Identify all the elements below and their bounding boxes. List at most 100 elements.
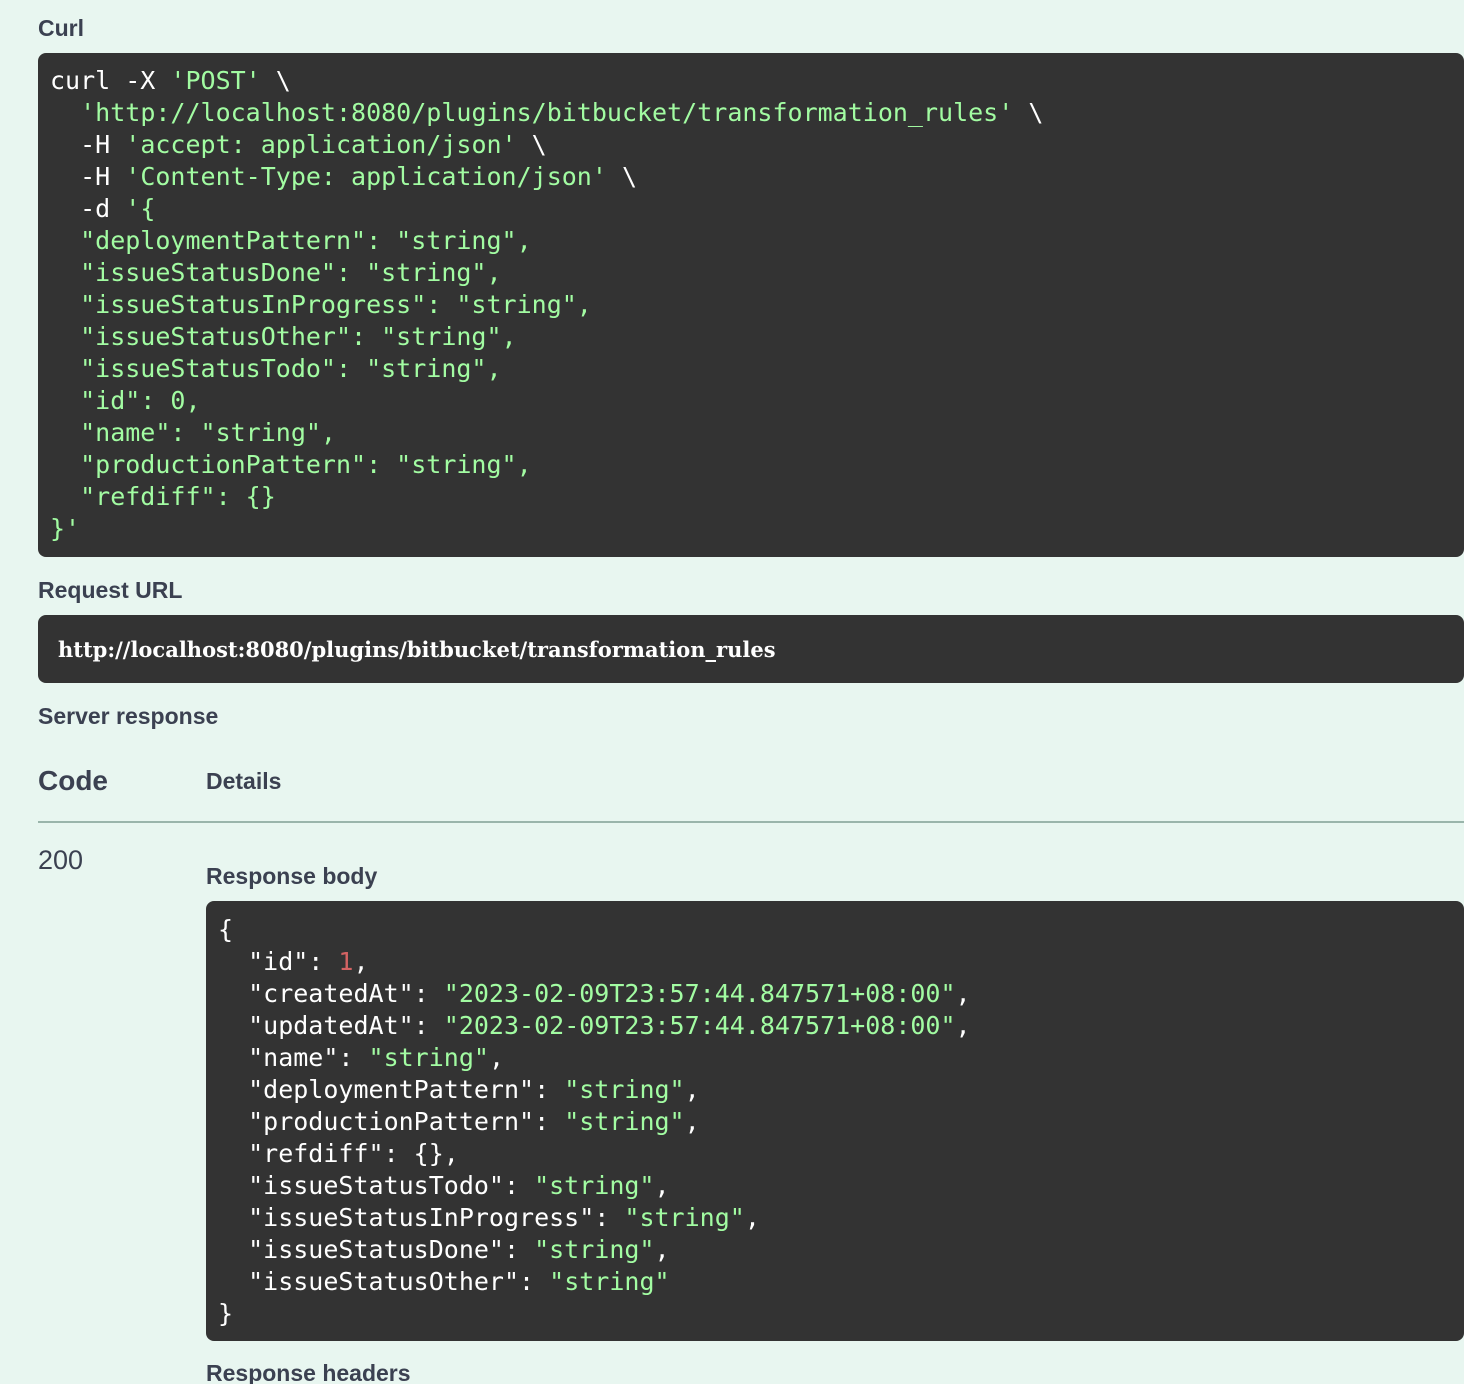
- curl-command-text[interactable]: curl -X 'POST' \ 'http://localhost:8080/…: [50, 65, 1464, 545]
- code-token: curl -X: [50, 66, 171, 95]
- string-token: "string": [549, 1267, 670, 1296]
- response-body-line: "updatedAt": "2023-02-09T23:57:44.847571…: [218, 1010, 1464, 1042]
- string-token: "issueStatusOther": "string",: [50, 322, 517, 351]
- code-token: -d: [50, 194, 126, 223]
- string-token: "refdiff": {}: [50, 482, 276, 511]
- response-body-block[interactable]: { "id": 1, "createdAt": "2023-02-09T23:5…: [206, 901, 1464, 1341]
- string-token: "issueStatusDone": "string",: [50, 258, 502, 287]
- code-token: ,: [353, 947, 369, 976]
- response-body-line: "deploymentPattern": "string",: [218, 1074, 1464, 1106]
- code-token: "refdiff": {},: [218, 1139, 459, 1168]
- curl-line: -H 'accept: application/json' \: [50, 129, 1464, 161]
- response-body-line: "productionPattern": "string",: [218, 1106, 1464, 1138]
- string-token: 'Content-Type: application/json': [125, 162, 607, 191]
- code-token: "productionPattern":: [218, 1107, 565, 1136]
- string-token: 'http://localhost:8080/plugins/bitbucket…: [80, 98, 1014, 127]
- request-url-value[interactable]: http://localhost:8080/plugins/bitbucket/…: [58, 637, 1464, 662]
- number-token: 1: [338, 947, 354, 976]
- code-token: "updatedAt":: [218, 1011, 444, 1040]
- string-token: 'accept: application/json': [125, 130, 517, 159]
- curl-line: curl -X 'POST' \: [50, 65, 1464, 97]
- response-body-text[interactable]: { "id": 1, "createdAt": "2023-02-09T23:5…: [218, 914, 1464, 1330]
- response-body-line: "issueStatusTodo": "string",: [218, 1170, 1464, 1202]
- response-body-line: "issueStatusInProgress": "string",: [218, 1202, 1464, 1234]
- curl-line: "refdiff": {}: [50, 481, 1464, 513]
- server-response-label: Server response: [38, 703, 219, 729]
- string-token: "string": [368, 1043, 489, 1072]
- curl-line: "id": 0,: [50, 385, 1464, 417]
- code-token: "issueStatusInProgress":: [218, 1203, 625, 1232]
- string-token: "string": [534, 1171, 655, 1200]
- string-token: "id": 0,: [50, 386, 201, 415]
- code-token: \: [606, 162, 638, 191]
- code-token: ,: [654, 1235, 670, 1264]
- code-token: ,: [744, 1203, 760, 1232]
- curl-line: }': [50, 513, 1464, 545]
- code-token: ,: [654, 1171, 670, 1200]
- curl-line: "issueStatusTodo": "string",: [50, 353, 1464, 385]
- string-token: "string": [624, 1203, 745, 1232]
- response-body-line: "name": "string",: [218, 1042, 1464, 1074]
- string-token: "2023-02-09T23:57:44.847571+08:00": [443, 979, 956, 1008]
- code-token: "createdAt":: [218, 979, 444, 1008]
- code-token: ,: [488, 1043, 504, 1072]
- request-url-label: Request URL: [38, 577, 183, 603]
- string-token: }': [50, 514, 81, 543]
- curl-line: 'http://localhost:8080/plugins/bitbucket…: [50, 97, 1464, 129]
- response-body-line: "refdiff": {},: [218, 1138, 1464, 1170]
- request-url-block[interactable]: http://localhost:8080/plugins/bitbucket/…: [38, 615, 1464, 683]
- code-token: ,: [955, 979, 971, 1008]
- response-body-line: {: [218, 914, 1464, 946]
- curl-line: -H 'Content-Type: application/json' \: [50, 161, 1464, 193]
- response-body-line: "issueStatusOther": "string": [218, 1266, 1464, 1298]
- string-token: "issueStatusInProgress": "string",: [50, 290, 592, 319]
- code-token: \: [260, 66, 291, 95]
- response-body-line: "createdAt": "2023-02-09T23:57:44.847571…: [218, 978, 1464, 1010]
- curl-code-block[interactable]: curl -X 'POST' \ 'http://localhost:8080/…: [38, 53, 1464, 557]
- string-token: "productionPattern": "string",: [50, 450, 532, 479]
- code-token: }: [218, 1299, 234, 1328]
- details-column-header: Details: [206, 768, 282, 794]
- code-token: \: [516, 130, 547, 159]
- response-headers-label: Response headers: [206, 1360, 411, 1384]
- string-token: "string": [534, 1235, 655, 1264]
- response-body-line: }: [218, 1298, 1464, 1330]
- string-token: 'POST': [170, 66, 261, 95]
- swagger-response-panel: Curl curl -X 'POST' \ 'http://localhost:…: [0, 0, 1464, 1384]
- response-body-line: "id": 1,: [218, 946, 1464, 978]
- curl-line: "name": "string",: [50, 417, 1464, 449]
- curl-line: -d '{: [50, 193, 1464, 225]
- code-column-header: Code: [38, 765, 108, 796]
- curl-line: "issueStatusOther": "string",: [50, 321, 1464, 353]
- curl-line: "productionPattern": "string",: [50, 449, 1464, 481]
- response-body-line: "issueStatusDone": "string",: [218, 1234, 1464, 1266]
- curl-line: "issueStatusInProgress": "string",: [50, 289, 1464, 321]
- curl-label: Curl: [38, 15, 84, 41]
- string-token: "issueStatusTodo": "string",: [50, 354, 502, 383]
- code-token: -H: [50, 130, 126, 159]
- code-token: ,: [684, 1107, 700, 1136]
- string-token: "string": [564, 1075, 685, 1104]
- code-token: "issueStatusOther":: [218, 1267, 550, 1296]
- code-token: -H: [50, 162, 126, 191]
- curl-line: "deploymentPattern": "string",: [50, 225, 1464, 257]
- code-token: "issueStatusDone":: [218, 1235, 535, 1264]
- string-token: "string": [564, 1107, 685, 1136]
- response-status-code: 200: [38, 845, 84, 875]
- code-token: \: [1013, 98, 1044, 127]
- string-token: "2023-02-09T23:57:44.847571+08:00": [443, 1011, 956, 1040]
- table-divider: [38, 821, 1464, 823]
- code-token: "id":: [218, 947, 339, 976]
- code-token: "issueStatusTodo":: [218, 1171, 535, 1200]
- response-body-label: Response body: [206, 863, 378, 889]
- code-token: "deploymentPattern":: [218, 1075, 565, 1104]
- code-token: {: [218, 915, 234, 944]
- code-token: "name":: [218, 1043, 369, 1072]
- string-token: '{: [125, 194, 156, 223]
- curl-line: "issueStatusDone": "string",: [50, 257, 1464, 289]
- code-token: ,: [684, 1075, 700, 1104]
- string-token: "deploymentPattern": "string",: [50, 226, 532, 255]
- string-token: "name": "string",: [50, 418, 336, 447]
- code-token: ,: [955, 1011, 971, 1040]
